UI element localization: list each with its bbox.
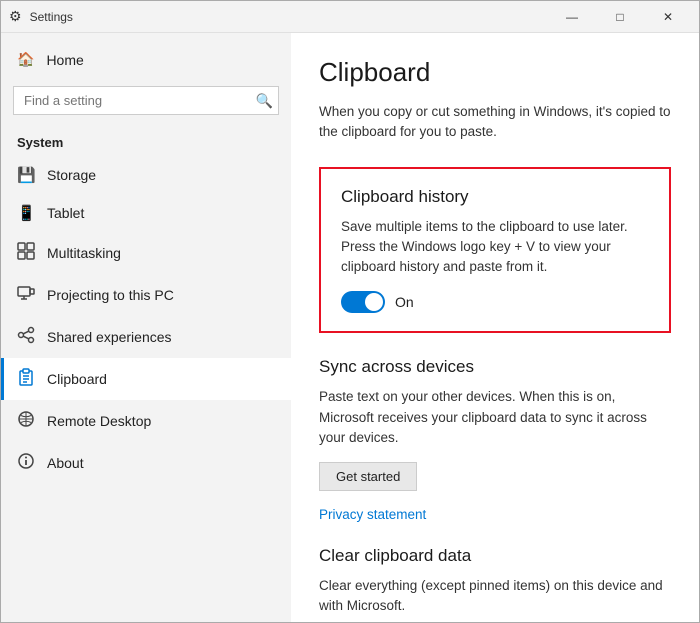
home-icon: 🏠 [17,51,34,68]
multitasking-icon [17,242,35,264]
search-box: 🔍 [13,86,279,115]
clipboard-history-toggle[interactable] [341,291,385,313]
sidebar-item-label-about: About [47,455,84,471]
clear-section: Clear clipboard data Clear everything (e… [319,546,671,617]
tablet-icon: 📱 [17,204,35,222]
sidebar-item-label-shared: Shared experiences [47,329,172,345]
content-area: Clipboard When you copy or cut something… [291,33,699,622]
sidebar-section-label: System [1,123,291,156]
title-bar-left: ⚙ Settings [9,8,73,25]
sidebar: 🏠 Home 🔍 System 💾 Storage 📱 Tablet [1,33,291,622]
title-bar-controls: — □ ✕ [549,1,691,33]
sidebar-item-clipboard[interactable]: Clipboard [1,358,291,400]
get-started-button[interactable]: Get started [319,462,417,491]
sync-section: Sync across devices Paste text on your o… [319,357,671,522]
minimize-button[interactable]: — [549,1,595,33]
sidebar-item-label-projecting: Projecting to this PC [47,287,174,303]
maximize-button[interactable]: □ [597,1,643,33]
sidebar-item-label-clipboard: Clipboard [47,371,107,387]
storage-icon: 💾 [17,166,35,184]
sidebar-item-home[interactable]: 🏠 Home [1,41,291,78]
sync-title: Sync across devices [319,357,671,377]
search-icon-button[interactable]: 🔍 [256,92,273,109]
sidebar-item-shared[interactable]: Shared experiences [1,316,291,358]
page-title: Clipboard [319,57,671,88]
sidebar-item-remote[interactable]: Remote Desktop [1,400,291,442]
sidebar-item-projecting[interactable]: Projecting to this PC [1,274,291,316]
about-icon [17,452,35,474]
sidebar-item-label-multitasking: Multitasking [47,245,121,261]
clear-desc: Clear everything (except pinned items) o… [319,576,671,617]
sidebar-item-label-storage: Storage [47,167,96,183]
shared-icon [17,326,35,348]
sidebar-item-tablet[interactable]: 📱 Tablet [1,194,291,232]
close-button[interactable]: ✕ [645,1,691,33]
clipboard-icon [17,368,35,390]
toggle-label: On [395,294,414,310]
toggle-row: On [341,291,649,313]
clipboard-history-title: Clipboard history [341,187,649,207]
settings-app-icon: ⚙ [9,8,22,25]
sidebar-item-label-remote: Remote Desktop [47,413,151,429]
projecting-icon [17,284,35,306]
sidebar-item-about[interactable]: About [1,442,291,484]
search-input[interactable] [13,86,279,115]
home-label: Home [46,52,83,68]
privacy-link[interactable]: Privacy statement [319,507,671,522]
app-body: 🏠 Home 🔍 System 💾 Storage 📱 Tablet [1,33,699,622]
sidebar-item-label-tablet: Tablet [47,205,84,221]
clipboard-history-section: Clipboard history Save multiple items to… [319,167,671,334]
clipboard-history-desc: Save multiple items to the clipboard to … [341,217,649,278]
sidebar-item-storage[interactable]: 💾 Storage [1,156,291,194]
page-subtitle: When you copy or cut something in Window… [319,102,671,143]
title-bar: ⚙ Settings — □ ✕ [1,1,699,33]
title-bar-title: Settings [30,10,73,24]
sidebar-item-multitasking[interactable]: Multitasking [1,232,291,274]
remote-icon [17,410,35,432]
sync-desc: Paste text on your other devices. When t… [319,387,671,448]
clear-title: Clear clipboard data [319,546,671,566]
